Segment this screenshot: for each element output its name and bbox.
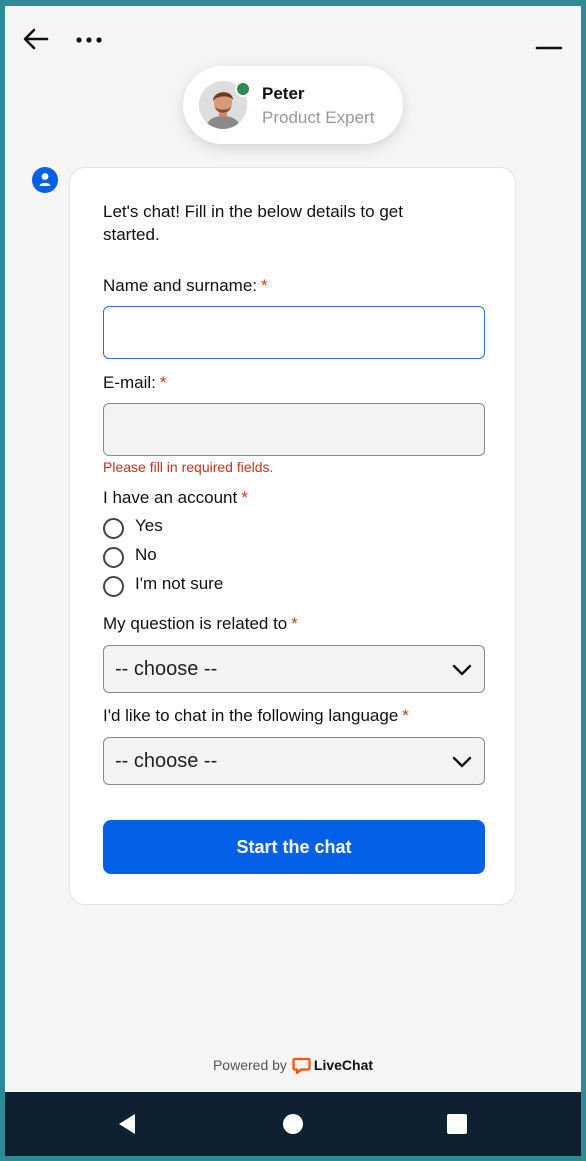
email-label-text: E-mail: (103, 373, 156, 392)
name-label: Name and surname: * (103, 276, 268, 296)
nav-back-icon[interactable] (115, 1112, 139, 1136)
more-dots-icon[interactable] (73, 28, 109, 52)
livechat-brand[interactable]: LiveChat (314, 1057, 373, 1073)
minimize-icon[interactable] (533, 34, 565, 60)
required-mark: * (291, 614, 298, 633)
radio-label: Yes (135, 516, 163, 535)
radio-circle[interactable] (103, 576, 124, 597)
account-label-text: I have an account (103, 488, 238, 507)
radio-label: No (135, 545, 157, 564)
question-label-text: My question is related to (103, 614, 288, 633)
name-field[interactable] (103, 306, 485, 359)
email-field[interactable] (103, 403, 485, 456)
name-label-text: Name and surname: (103, 276, 258, 295)
required-mark: * (402, 706, 409, 725)
agent-role: Product Expert (262, 108, 375, 127)
radio-circle[interactable] (103, 547, 124, 568)
email-label: E-mail: * (103, 373, 167, 393)
radio-label: I'm not sure (135, 574, 224, 593)
account-label: I have an account * (103, 488, 248, 508)
powered-by-text: Powered by (212, 1057, 287, 1073)
chevron-down-icon (452, 661, 472, 679)
radio-circle[interactable] (103, 518, 124, 539)
required-mark: * (261, 276, 268, 295)
nav-home-icon[interactable] (283, 1114, 303, 1134)
prechat-form: Let's chat! Fill in the below details to… (69, 167, 516, 905)
chat-screen: Peter Product Expert Let's chat! Fill in… (5, 6, 581, 1156)
agent-card: Peter Product Expert (183, 66, 403, 144)
question-select[interactable]: -- choose -- (103, 645, 485, 693)
required-mark: * (159, 373, 167, 392)
powered-by: Powered by LiveChat (5, 1057, 581, 1075)
question-label: My question is related to * (103, 614, 298, 634)
required-mark: * (241, 488, 248, 507)
android-nav-bar (5, 1092, 581, 1156)
bot-avatar-icon (31, 166, 59, 194)
language-select-value: -- choose -- (115, 750, 218, 772)
language-label: I'd like to chat in the following langua… (103, 706, 409, 726)
agent-name: Peter (262, 84, 305, 103)
question-select-value: -- choose -- (115, 658, 218, 680)
top-bar (5, 6, 581, 66)
form-intro: Let's chat! Fill in the below details to… (103, 202, 403, 244)
online-status-dot (235, 81, 251, 97)
chevron-down-icon (452, 753, 472, 771)
error-message: Please fill in required fields. (103, 459, 274, 475)
start-chat-button[interactable]: Start the chat (103, 820, 485, 874)
language-label-text: I'd like to chat in the following langua… (103, 706, 399, 725)
back-arrow-icon[interactable] (21, 26, 51, 52)
livechat-logo-icon (292, 1057, 311, 1075)
nav-recents-icon[interactable] (447, 1114, 467, 1134)
language-select[interactable]: -- choose -- (103, 737, 485, 785)
